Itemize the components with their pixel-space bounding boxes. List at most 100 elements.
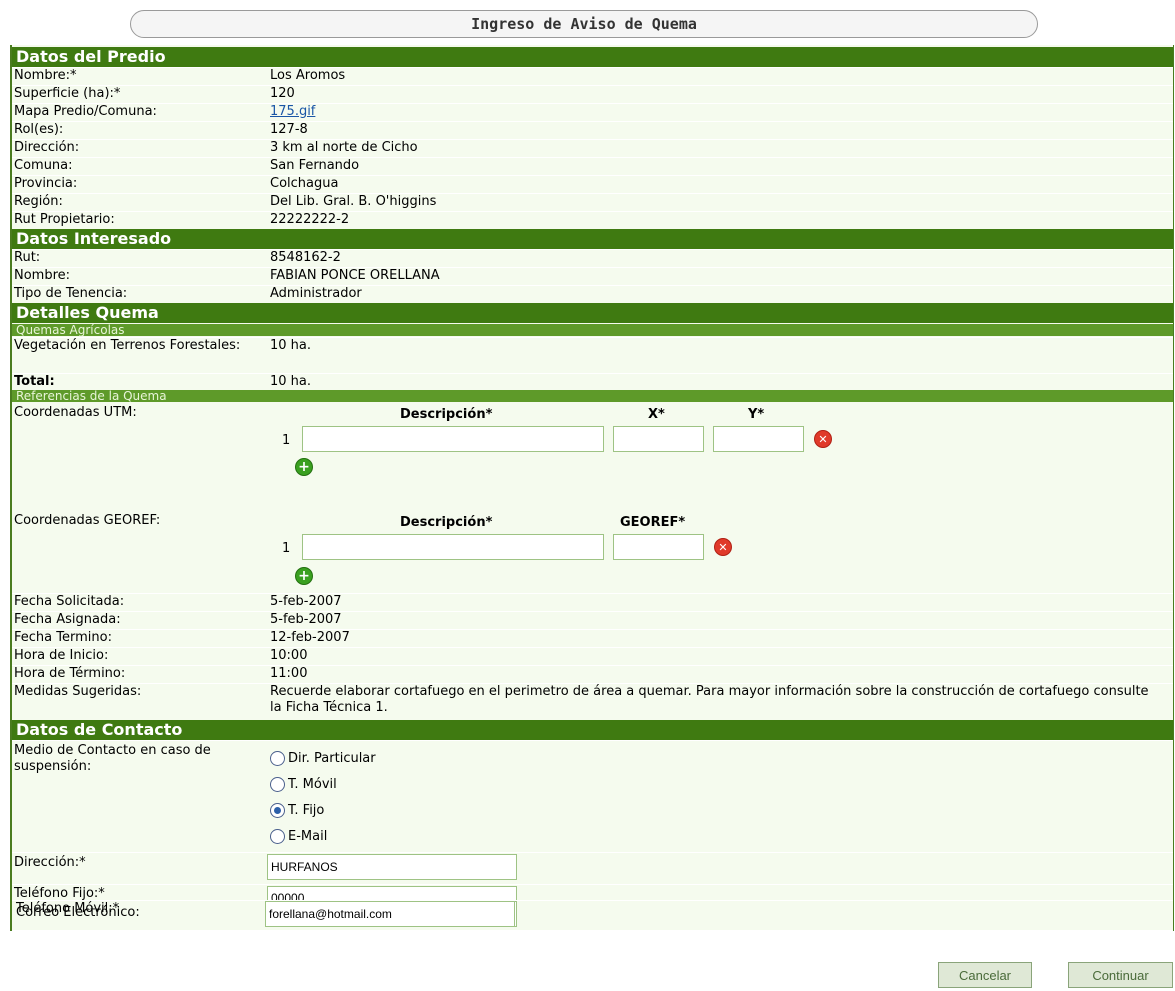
interesado-row-tenencia: Tipo de Tenencia: Administrador [12, 285, 1173, 303]
georef-coordinates-block: Coordenadas GEOREF: Descripción* GEOREF*… [12, 487, 1173, 591]
section-header-interesado: Datos Interesado [12, 229, 1173, 249]
field-label: Medidas Sugeridas: [14, 684, 142, 699]
delete-row-icon[interactable]: ✕ [714, 538, 732, 556]
field-value: 12-feb-2007 [270, 630, 350, 645]
interesado-row-rut: Rut: 8548162-2 [12, 249, 1173, 267]
radio-label: T. Fijo [288, 802, 325, 818]
radio-option-dir-particular[interactable]: Dir. Particular [270, 747, 376, 769]
subsection-referencias: Referencias de la Quema [12, 390, 1173, 402]
spacer [12, 930, 1173, 931]
georef-header-description: Descripción* [400, 515, 493, 530]
field-label: Hora de Término: [14, 666, 126, 681]
map-file-link[interactable]: 175.gif [270, 104, 315, 120]
radio-label: T. Móvil [288, 776, 337, 792]
form-panel: Datos del Predio Nombre:* Los Aromos Sup… [10, 45, 1174, 931]
direccion-input[interactable]: HURFANOS [267, 854, 517, 880]
field-label: Comuna: [14, 158, 73, 173]
predio-row-direccion: Dirección: 3 km al norte de Cicho [12, 139, 1173, 157]
georef-header-georef: GEOREF* [620, 515, 686, 530]
field-label: Rut: [14, 250, 41, 265]
field-value: San Fernando [270, 158, 360, 173]
predio-row-comuna: Comuna: San Fernando [12, 157, 1173, 175]
radio-label: Dir. Particular [288, 750, 376, 766]
utm-description-input[interactable] [302, 426, 604, 452]
radio-option-t-movil[interactable]: T. Móvil [270, 773, 337, 795]
utm-x-input[interactable] [613, 426, 704, 452]
field-label: Fecha Termino: [14, 630, 112, 645]
predio-row-rol: Rol(es): 127-8 [12, 121, 1173, 139]
predio-row-region: Región: Del Lib. Gral. B. O'higgins [12, 193, 1173, 211]
field-label: Hora de Inicio: [14, 648, 109, 663]
field-value: 22222222-2 [270, 212, 350, 227]
field-value: 5-feb-2007 [270, 612, 342, 627]
field-label: Mapa Predio/Comuna: [14, 104, 157, 119]
add-row-icon[interactable]: + [295, 567, 313, 585]
contacto-row-direccion: Dirección:* HURFANOS [12, 852, 1173, 884]
delete-row-icon[interactable]: ✕ [814, 430, 832, 448]
field-label: Región: [14, 194, 63, 209]
section-header-contacto: Datos de Contacto [12, 720, 1173, 740]
georef-value-input[interactable] [613, 534, 704, 560]
radio-option-t-fijo[interactable]: T. Fijo [270, 799, 324, 821]
field-value: 3 km al norte de Cicho [270, 140, 418, 155]
quema-row-vegetacion: Vegetación en Terrenos Forestales: 10 ha… [12, 337, 1173, 373]
georef-row-index: 1 [282, 541, 291, 556]
utm-y-input[interactable] [713, 426, 804, 452]
cancel-button[interactable]: Cancelar [938, 962, 1032, 988]
total-value: 10 ha. [270, 374, 312, 389]
predio-row-provincia: Provincia: Colchagua [12, 175, 1173, 193]
quema-row-total: Total: 10 ha. [12, 373, 1173, 389]
utm-header-x: X* [648, 407, 665, 422]
field-label: Provincia: [14, 176, 78, 191]
quema-row-medidas: Medidas Sugeridas: Recuerde elaborar cor… [12, 683, 1173, 719]
field-label: Nombre:* [14, 68, 77, 83]
georef-label: Coordenadas GEOREF: [14, 513, 161, 528]
subsection-quemas-agricolas: Quemas Agrícolas [12, 324, 1173, 336]
medidas-text: Recuerde elaborar cortafuego en el perim… [270, 684, 1149, 715]
field-label: Dirección: [14, 140, 80, 155]
add-row-icon[interactable]: + [295, 458, 313, 476]
predio-row-superficie: Superficie (ha):* 120 [12, 85, 1173, 103]
contacto-row-correo: Correo Electrónico: forellana@hotmail.co… [12, 901, 1172, 929]
interesado-row-nombre: Nombre: FABIAN PONCE ORELLANA [12, 267, 1173, 285]
radio-option-email[interactable]: E-Mail [270, 825, 327, 847]
utm-header-y: Y* [748, 407, 765, 422]
utm-coordinates-block: Coordenadas UTM: Descripción* X* Y* 1 ✕ … [12, 403, 1173, 487]
utm-header-description: Descripción* [400, 407, 493, 422]
field-label: Rol(es): [14, 122, 64, 137]
radio-selected-dot [274, 806, 281, 814]
telefono-fijo-input[interactable]: 00000 [267, 886, 517, 900]
field-label: Fecha Asignada: [14, 612, 121, 627]
field-value: 11:00 [270, 666, 308, 681]
field-value: Los Aromos [270, 68, 346, 83]
contacto-medio-block: Medio de Contacto en caso de suspensión:… [12, 740, 1173, 852]
predio-row-mapa: Mapa Predio/Comuna: 175.gif [12, 103, 1173, 121]
continue-button[interactable]: Continuar [1068, 962, 1173, 988]
field-value: FABIAN PONCE ORELLANA [270, 268, 440, 283]
radio-button[interactable] [270, 750, 285, 766]
predio-row-nombre: Nombre:* Los Aromos [12, 67, 1173, 85]
field-label: Vegetación en Terrenos Forestales: [14, 338, 241, 353]
radio-button[interactable] [270, 828, 285, 844]
georef-description-input[interactable] [302, 534, 604, 560]
section-header-quema: Detalles Quema [12, 303, 1173, 323]
field-label: Teléfono Fijo:* [14, 886, 105, 900]
field-value: Del Lib. Gral. B. O'higgins [270, 194, 437, 209]
field-value: Colchagua [270, 176, 339, 191]
predio-row-rut-propietario: Rut Propietario: 22222222-2 [12, 211, 1173, 229]
contacto-row-telefono-fijo: Teléfono Fijo:* 00000 [12, 884, 1173, 900]
correo-input[interactable]: forellana@hotmail.com [265, 901, 515, 927]
total-label: Total: [14, 374, 55, 389]
field-value: 10:00 [270, 648, 308, 663]
radio-button[interactable] [270, 776, 285, 792]
radio-label: E-Mail [288, 828, 328, 844]
field-label: Dirección:* [14, 855, 86, 870]
field-value: Administrador [270, 286, 362, 301]
field-label: Fecha Solicitada: [14, 594, 125, 609]
field-value: 127-8 [270, 122, 308, 137]
quema-row-fecha-solicitada: Fecha Solicitada: 5-feb-2007 [12, 593, 1173, 611]
field-label: Nombre: [14, 268, 71, 283]
quema-row-hora-termino: Hora de Término: 11:00 [12, 665, 1173, 683]
field-value: 8548162-2 [270, 250, 341, 265]
radio-button-selected[interactable] [270, 802, 285, 818]
